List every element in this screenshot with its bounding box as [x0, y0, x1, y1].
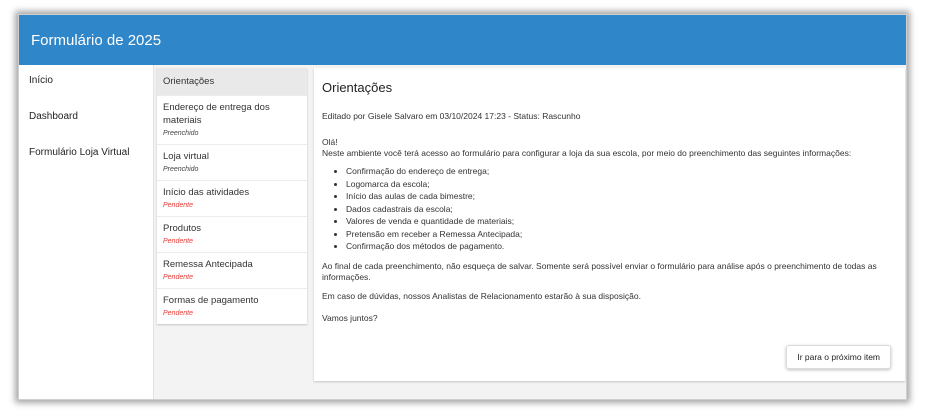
- greeting: Olá!: [322, 137, 338, 147]
- step-remessa-antecipada[interactable]: Remessa Antecipada Pendente: [157, 253, 307, 289]
- step-status: Pendente: [163, 202, 193, 209]
- sidebar-item-inicio[interactable]: Início: [19, 65, 153, 96]
- page-title: Orientações: [322, 80, 393, 95]
- step-status: Pendente: [163, 310, 193, 317]
- step-status: Preenchido: [163, 166, 199, 173]
- sidebar: Início Dashboard Formulário Loja Virtual: [19, 65, 154, 399]
- list-item: Confirmação do endereço de entrega;: [346, 165, 897, 178]
- step-status: Preenchido: [163, 130, 199, 137]
- list-item: Logomarca da escola;: [346, 178, 897, 191]
- info-list: Confirmação do endereço de entrega; Logo…: [322, 165, 897, 253]
- content-panel: Orientações Editado por Gisele Salvaro e…: [314, 68, 905, 381]
- step-loja-virtual[interactable]: Loja virtual Preenchido: [157, 145, 307, 181]
- list-item: Pretensão em receber a Remessa Antecipad…: [346, 228, 897, 241]
- list-item: Dados cadastrais da escola;: [346, 203, 897, 216]
- step-label: Loja virtual: [163, 151, 209, 162]
- sidebar-item-formulario-loja-virtual[interactable]: Formulário Loja Virtual: [19, 137, 153, 168]
- list-item: Início das aulas de cada bimestre;: [346, 190, 897, 203]
- step-label: Remessa Antecipada: [163, 259, 253, 270]
- app-window: Formulário de 2025 Início Dashboard Form…: [18, 14, 907, 400]
- save-note: Ao final de cada preenchimento, não esqu…: [322, 260, 877, 282]
- step-list: Orientações Endereço de entrega dos mate…: [157, 68, 307, 324]
- step-label: Produtos: [163, 223, 202, 234]
- next-item-button[interactable]: Ir para o próximo item: [786, 345, 891, 369]
- step-inicio-atividades[interactable]: Início das atividades Pendente: [157, 181, 307, 217]
- app-header: Formulário de 2025: [19, 15, 906, 65]
- support-note: Em caso de dúvidas, nossos Analistas de …: [322, 290, 641, 301]
- step-endereco-entrega[interactable]: Endereço de entrega dos materiais Preenc…: [157, 96, 307, 145]
- step-orientacoes[interactable]: Orientações: [157, 68, 307, 96]
- app-title: Formulário de 2025: [31, 31, 162, 49]
- list-item: Valores de venda e quantidade de materia…: [346, 215, 897, 228]
- closing-text: Vamos juntos?: [322, 312, 378, 323]
- sidebar-item-dashboard[interactable]: Dashboard: [19, 101, 153, 132]
- step-produtos[interactable]: Produtos Pendente: [157, 217, 307, 253]
- step-label: Início das atividades: [163, 187, 250, 198]
- edit-meta: Editado por Gisele Salvaro em 03/10/2024…: [322, 111, 581, 121]
- list-item: Confirmação dos métodos de pagamento.: [346, 240, 897, 253]
- intro-text: Neste ambiente você terá acesso ao formu…: [322, 148, 852, 158]
- step-status: Pendente: [163, 238, 193, 245]
- step-label: Endereço de entrega dos materiais: [163, 102, 270, 126]
- step-label: Orientações: [163, 76, 215, 87]
- step-label: Formas de pagamento: [163, 295, 259, 306]
- step-formas-pagamento[interactable]: Formas de pagamento Pendente: [157, 289, 307, 324]
- step-status: Pendente: [163, 274, 193, 281]
